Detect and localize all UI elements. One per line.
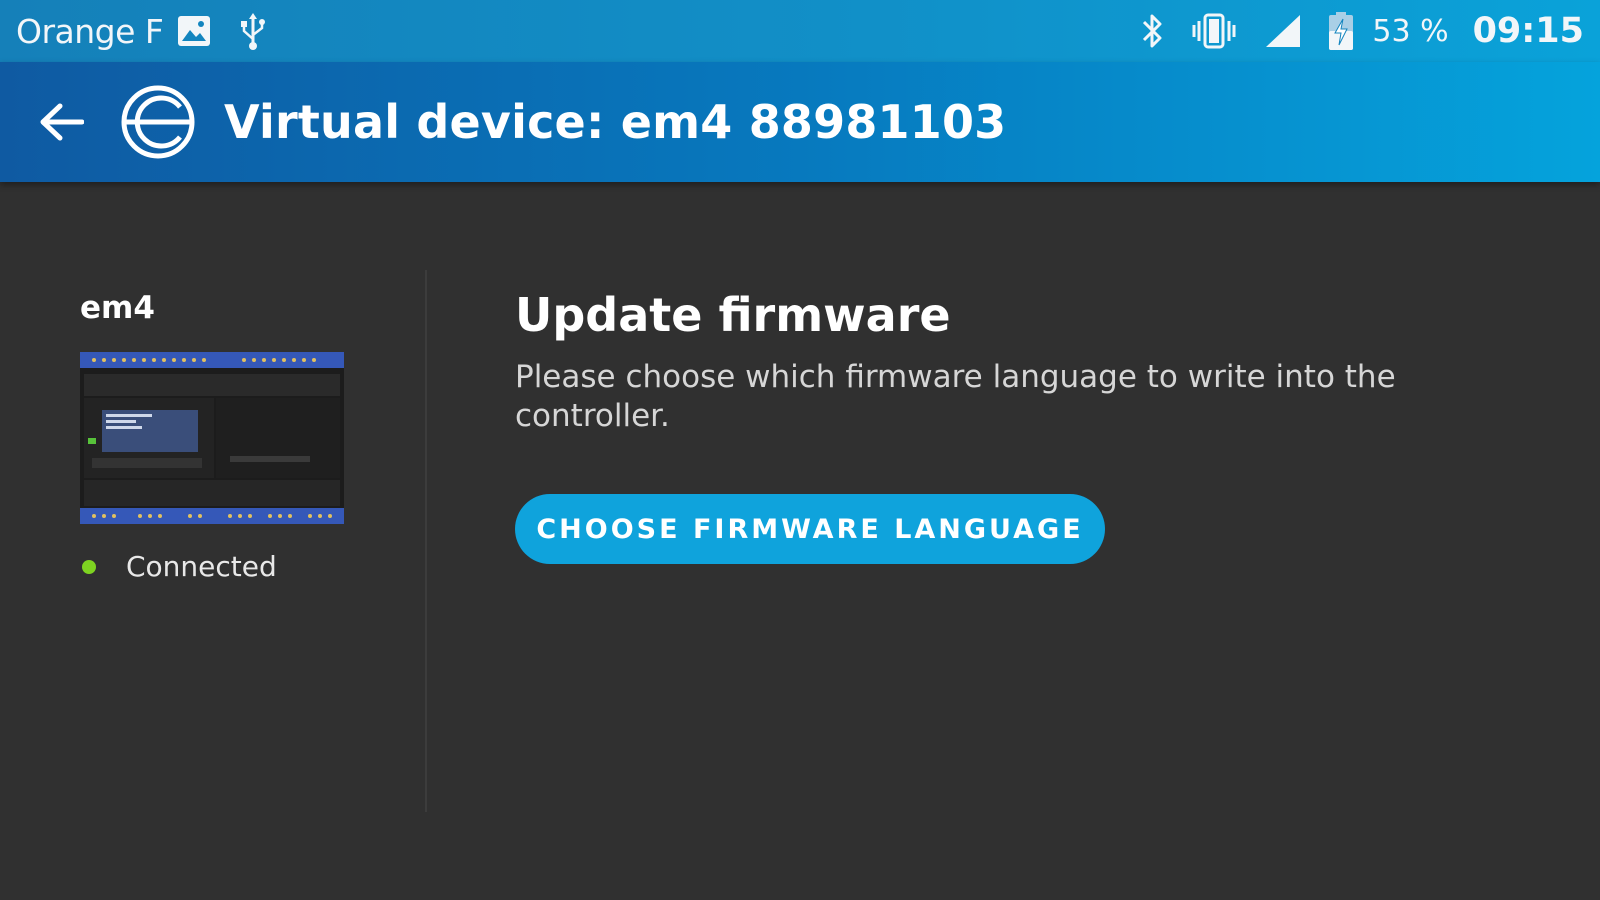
usb-icon [239, 11, 267, 51]
bluetooth-icon [1140, 12, 1164, 50]
carrier-label: Orange F [16, 11, 164, 51]
back-button[interactable] [26, 87, 96, 157]
vertical-divider [425, 270, 427, 812]
section-title: Update firmware [515, 288, 951, 342]
section-description: Please choose which firmware language to… [515, 359, 1396, 434]
signal-icon [1264, 13, 1302, 49]
choose-firmware-language-button[interactable]: CHOOSE FIRMWARE LANGUAGE [515, 494, 1105, 564]
status-bar-right: 53 % 09:15 [1140, 11, 1584, 51]
status-dot-icon [82, 559, 96, 574]
update-firmware-panel: Update firmware Please choose which firm… [515, 288, 1515, 564]
battery-percentage: 53 % [1372, 13, 1449, 49]
clock: 09:15 [1472, 11, 1584, 51]
battery-charging-icon [1328, 11, 1354, 51]
status-bar: Orange F 53 % 09:15 [0, 0, 1600, 62]
app-bar: Virtual device: em4 88981103 [0, 62, 1600, 182]
connection-status: Connected [80, 550, 360, 583]
image-icon [177, 15, 211, 47]
device-name: em4 [80, 290, 155, 326]
app-logo-icon [116, 80, 200, 164]
app-title: Virtual device: em4 88981103 [224, 95, 1007, 149]
status-bar-left: Orange F [16, 11, 267, 51]
arrow-left-icon [38, 102, 84, 142]
connection-status-label: Connected [126, 550, 277, 583]
device-image [80, 352, 344, 524]
vibrate-icon [1190, 13, 1238, 49]
device-card: em4 Connected [80, 290, 360, 583]
